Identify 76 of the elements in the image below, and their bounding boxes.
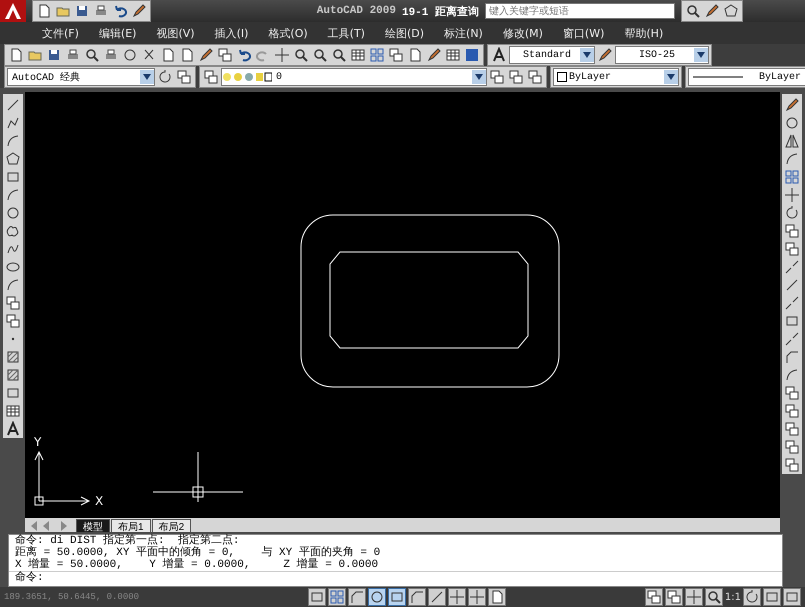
block-icon[interactable] bbox=[216, 46, 234, 64]
ucs-axes-icon bbox=[34, 450, 90, 506]
model-icon[interactable] bbox=[644, 588, 663, 606]
draworder-icon[interactable] bbox=[783, 438, 801, 456]
menu-item[interactable]: 文件(F) bbox=[32, 26, 89, 40]
block-icon[interactable] bbox=[4, 294, 22, 312]
linetype-dropdown[interactable]: ByLayer bbox=[688, 68, 805, 86]
logo-icon[interactable] bbox=[0, 0, 26, 22]
text-style-icon[interactable] bbox=[490, 46, 508, 64]
help-icon[interactable] bbox=[463, 46, 481, 64]
drafting-toggle-icon[interactable] bbox=[428, 588, 446, 606]
layer-state-icon bbox=[222, 71, 272, 83]
drafting-toggle-icon[interactable] bbox=[308, 588, 326, 606]
command-history-line: 命令: di DIST 指定第一点: 指定第二点: bbox=[14, 535, 240, 547]
pencil-icon[interactable] bbox=[130, 2, 148, 20]
menu-item[interactable]: 视图(V) bbox=[146, 26, 205, 40]
layout-tab[interactable]: 布局1 bbox=[111, 519, 151, 532]
caret-icon[interactable] bbox=[664, 70, 678, 84]
draworder-icon[interactable] bbox=[783, 420, 801, 438]
layout-tab[interactable]: 布局2 bbox=[152, 519, 192, 532]
design-center-icon[interactable] bbox=[368, 46, 386, 64]
color-dropdown[interactable]: ByLayer bbox=[553, 68, 679, 86]
command-history-line: X 增量 = 50.0000, Y 增量 = 0.0000, Z 增量 = 0.0000 bbox=[14, 559, 380, 571]
search-field[interactable]: 键入关键字或短语 bbox=[485, 3, 675, 19]
move-icon[interactable] bbox=[783, 186, 801, 204]
drafting-toggle-icon[interactable] bbox=[328, 588, 346, 606]
drafting-toggle-icon[interactable] bbox=[388, 588, 406, 606]
menu-item[interactable]: 插入(I) bbox=[204, 26, 258, 40]
menu-item[interactable]: 标注(N) bbox=[434, 26, 493, 40]
drafting-toggle-icon[interactable] bbox=[368, 588, 386, 606]
dimension-style-icon[interactable] bbox=[596, 46, 614, 64]
block-icon[interactable] bbox=[4, 312, 22, 330]
break-icon[interactable] bbox=[783, 294, 801, 312]
letter-icon[interactable] bbox=[4, 420, 22, 438]
menu-item[interactable]: 窗口(W) bbox=[552, 26, 614, 40]
draworder-icon[interactable] bbox=[783, 402, 801, 420]
layer-dropdown[interactable]: 0 bbox=[221, 68, 487, 86]
menu-item[interactable]: 帮助(H) bbox=[614, 26, 674, 40]
menu-item[interactable]: 格式(O) bbox=[258, 26, 318, 40]
axis-y-label: Y bbox=[34, 435, 42, 449]
menu-item[interactable]: 工具(T) bbox=[318, 26, 375, 40]
linetype-sample-icon bbox=[693, 75, 743, 79]
text-style-dropdown[interactable]: Standard bbox=[509, 46, 595, 64]
menu-item[interactable]: 绘图(D) bbox=[374, 26, 434, 40]
pencil-icon[interactable] bbox=[703, 2, 721, 20]
drafting-toggle-icon[interactable] bbox=[448, 588, 466, 606]
command-history-line: 距离 = 50.0000, XY 平面中的倾角 = 0, 与 XY 平面的夹角 = 0 bbox=[14, 547, 382, 559]
layout-tab[interactable]: 模型 bbox=[76, 519, 110, 532]
coordinates-readout: 189.3651, 50.6445, 0.0000 bbox=[4, 592, 140, 602]
caret-icon[interactable] bbox=[140, 70, 154, 84]
draworder-icon[interactable] bbox=[783, 456, 801, 474]
eraser-icon[interactable] bbox=[783, 96, 801, 114]
document-title: 19-1 距离查询 bbox=[402, 4, 479, 18]
axis-x-label: X bbox=[95, 494, 104, 508]
dimension-style-dropdown[interactable]: ISO-25 bbox=[615, 46, 709, 64]
caret-icon[interactable] bbox=[472, 70, 486, 84]
layout-icon[interactable] bbox=[664, 588, 683, 606]
brush-icon[interactable] bbox=[197, 46, 215, 64]
workspace-dropdown[interactable]: AutoCAD 经典 bbox=[7, 68, 155, 86]
markup-icon[interactable] bbox=[425, 46, 443, 64]
drafting-toggle-icon[interactable] bbox=[348, 588, 366, 606]
caret-icon[interactable] bbox=[580, 48, 594, 62]
menu-item[interactable]: 编辑(E) bbox=[88, 26, 146, 40]
zoom-icon[interactable] bbox=[704, 588, 723, 606]
drafting-toggle-icon[interactable] bbox=[468, 588, 486, 606]
app-title: AutoCAD 2009 bbox=[316, 5, 396, 17]
color-swatch-icon bbox=[557, 72, 567, 82]
caret-icon[interactable] bbox=[694, 48, 708, 62]
drawing-canvas[interactable]: Y X bbox=[25, 92, 780, 518]
drafting-toggle-icon[interactable] bbox=[408, 588, 426, 606]
mirror-icon[interactable] bbox=[783, 132, 801, 150]
drafting-toggle-icon[interactable] bbox=[488, 588, 506, 606]
array-icon[interactable] bbox=[783, 168, 801, 186]
menu-item[interactable]: 修改(M) bbox=[492, 26, 553, 40]
command-prompt[interactable]: 命令: bbox=[9, 571, 782, 585]
annotation-scale[interactable]: 1:1 bbox=[724, 592, 741, 602]
